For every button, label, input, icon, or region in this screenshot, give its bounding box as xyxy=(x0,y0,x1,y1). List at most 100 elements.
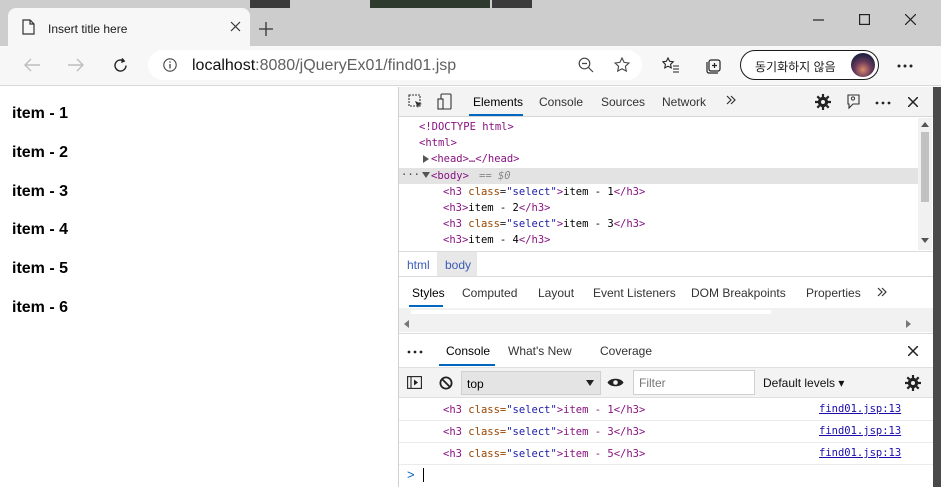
more-tabs-chevron-icon[interactable] xyxy=(726,95,736,105)
console-message-text[interactable]: <h3 class="select">item - 3</h3> xyxy=(443,426,645,438)
dom-h3-node[interactable]: <h3>item - 4</h3> xyxy=(443,234,550,246)
tab-properties[interactable]: Properties xyxy=(806,286,861,300)
tab-sources[interactable]: Sources xyxy=(601,95,645,109)
favorites-list-icon[interactable] xyxy=(662,57,680,73)
collapse-triangle-icon[interactable] xyxy=(422,172,430,178)
tab-styles[interactable]: Styles xyxy=(412,286,445,300)
row-ellipsis: ... xyxy=(401,166,420,178)
forward-icon[interactable] xyxy=(68,58,84,72)
maximize-icon[interactable] xyxy=(859,14,870,25)
scroll-right-arrow-icon[interactable] xyxy=(906,320,911,328)
horizontal-scrollbar[interactable] xyxy=(399,308,934,332)
expand-triangle-icon[interactable] xyxy=(423,155,429,163)
close-window-icon[interactable] xyxy=(905,14,916,25)
console-settings-gear-icon[interactable] xyxy=(905,375,921,391)
console-source-link[interactable]: find01.jsp:13 xyxy=(819,425,901,437)
more-options-icon[interactable] xyxy=(897,64,913,68)
drawer-menu-icon[interactable] xyxy=(407,350,423,354)
tab-console[interactable]: Console xyxy=(539,95,583,109)
background-window-strip xyxy=(370,0,490,8)
console-toolbar: top Default levels ▾ xyxy=(399,367,934,398)
avatar xyxy=(851,53,875,77)
browser-toolbar: localhost:8080/jQueryEx01/find01.jsp 동기화… xyxy=(0,46,941,86)
dom-tree: <!DOCTYPE html> <html> <head>…</head> ..… xyxy=(399,118,919,250)
new-tab-icon[interactable] xyxy=(259,22,273,36)
background-window-strip xyxy=(492,0,532,8)
console-message-text[interactable]: <h3 class="select">item - 5</h3> xyxy=(443,448,645,460)
active-tab-indicator xyxy=(439,364,495,366)
active-tab[interactable]: Insert title here xyxy=(8,8,250,46)
dom-h3-node[interactable]: <h3 class="select">item - 3</h3> xyxy=(443,218,645,230)
console-source-link[interactable]: find01.jsp:13 xyxy=(819,447,901,459)
close-drawer-icon[interactable] xyxy=(908,346,918,356)
tab-network[interactable]: Network xyxy=(662,95,706,109)
dom-head-node[interactable]: <head>…</head> xyxy=(431,153,520,165)
tab-elements[interactable]: Elements xyxy=(473,95,523,109)
settings-gear-icon[interactable] xyxy=(815,94,831,110)
breadcrumb-body[interactable]: body xyxy=(445,258,471,272)
dom-scrollbar[interactable] xyxy=(918,118,932,250)
dom-h3-node[interactable]: <h3 class="select">item - 1</h3> xyxy=(443,186,645,198)
heading-item: item - 4 xyxy=(12,221,69,238)
info-icon[interactable] xyxy=(163,58,177,72)
scroll-down-arrow-icon[interactable] xyxy=(921,238,929,243)
browser-tab-strip: Insert title here xyxy=(0,0,941,46)
devtools-main-toolbar: Elements Console Sources Network xyxy=(399,87,934,117)
zoom-icon[interactable] xyxy=(578,57,594,73)
console-prompt-row[interactable]: > xyxy=(399,465,934,487)
drawer-tab-whats-new[interactable]: What's New xyxy=(508,344,572,358)
heading-item: item - 6 xyxy=(12,299,69,316)
heading-item: item - 3 xyxy=(12,183,69,200)
log-levels-dropdown[interactable]: Default levels ▾ xyxy=(763,376,844,390)
clear-console-icon[interactable] xyxy=(439,376,453,390)
dom-body-node: <body> xyxy=(431,170,469,182)
console-message-text[interactable]: <h3 class="select">item - 1</h3> xyxy=(443,404,645,416)
feedback-icon[interactable] xyxy=(845,94,861,110)
live-expression-eye-icon[interactable] xyxy=(607,377,624,388)
sidebar-toggle-icon[interactable] xyxy=(407,376,422,389)
context-select[interactable]: top xyxy=(461,371,601,395)
dom-html-node[interactable]: <html> xyxy=(419,137,457,149)
heading-item: item - 2 xyxy=(12,144,69,161)
drawer-tab-coverage[interactable]: Coverage xyxy=(600,344,652,358)
page-viewport: item - 1 item - 2 item - 3 item - 4 item… xyxy=(0,87,398,487)
tab-layout[interactable]: Layout xyxy=(538,286,574,300)
devtools-more-icon[interactable] xyxy=(875,101,891,105)
address-bar[interactable]: localhost:8080/jQueryEx01/find01.jsp xyxy=(148,50,642,80)
favorite-star-icon[interactable] xyxy=(614,57,630,73)
active-tab-indicator xyxy=(409,305,443,307)
scroll-up-arrow-icon[interactable] xyxy=(921,122,929,127)
close-tab-icon[interactable] xyxy=(230,21,241,32)
dom-h3-node[interactable]: <h3>item - 2</h3> xyxy=(443,202,550,214)
devtools-panel: Elements Console Sources Network <!DOCTY… xyxy=(398,87,934,487)
console-filter-input[interactable] xyxy=(633,370,755,395)
scroll-left-arrow-icon[interactable] xyxy=(404,320,409,328)
dom-doctype[interactable]: <!DOCTYPE html> xyxy=(419,121,514,133)
profile-sync-button[interactable]: 동기화하지 않음 xyxy=(740,50,879,80)
back-icon[interactable] xyxy=(24,58,40,72)
styles-tab-bar: Styles Computed Layout Event Listeners D… xyxy=(399,279,934,307)
console-message: <h3 class="select">item - 3</h3> find01.… xyxy=(399,421,934,443)
url-text[interactable]: localhost:8080/jQueryEx01/find01.jsp xyxy=(192,57,456,75)
divider xyxy=(399,333,934,334)
background-window-edge xyxy=(933,87,941,487)
device-emulation-icon[interactable] xyxy=(437,93,452,110)
url-path: :8080/jQueryEx01/find01.jsp xyxy=(255,57,457,74)
breadcrumb-html[interactable]: html xyxy=(407,258,430,272)
chevron-down-icon xyxy=(586,380,594,386)
selected-marker: == $0 xyxy=(479,170,511,182)
drawer-tab-console[interactable]: Console xyxy=(446,344,490,358)
console-source-link[interactable]: find01.jsp:13 xyxy=(819,403,901,415)
tab-event-listeners[interactable]: Event Listeners xyxy=(593,286,676,300)
refresh-icon[interactable] xyxy=(112,57,129,74)
inspect-element-icon[interactable] xyxy=(408,94,424,110)
minimize-icon[interactable] xyxy=(813,19,824,21)
more-panels-chevron-icon[interactable] xyxy=(877,287,887,297)
scroll-thumb[interactable] xyxy=(921,132,929,202)
dom-selected-row[interactable]: ... <body> == $0 xyxy=(399,166,919,184)
close-devtools-icon[interactable] xyxy=(908,97,918,107)
console-message: <h3 class="select">item - 5</h3> find01.… xyxy=(399,443,934,465)
tab-dom-breakpoints[interactable]: DOM Breakpoints xyxy=(691,286,786,300)
tab-computed[interactable]: Computed xyxy=(462,286,517,300)
collections-icon[interactable] xyxy=(706,57,723,74)
